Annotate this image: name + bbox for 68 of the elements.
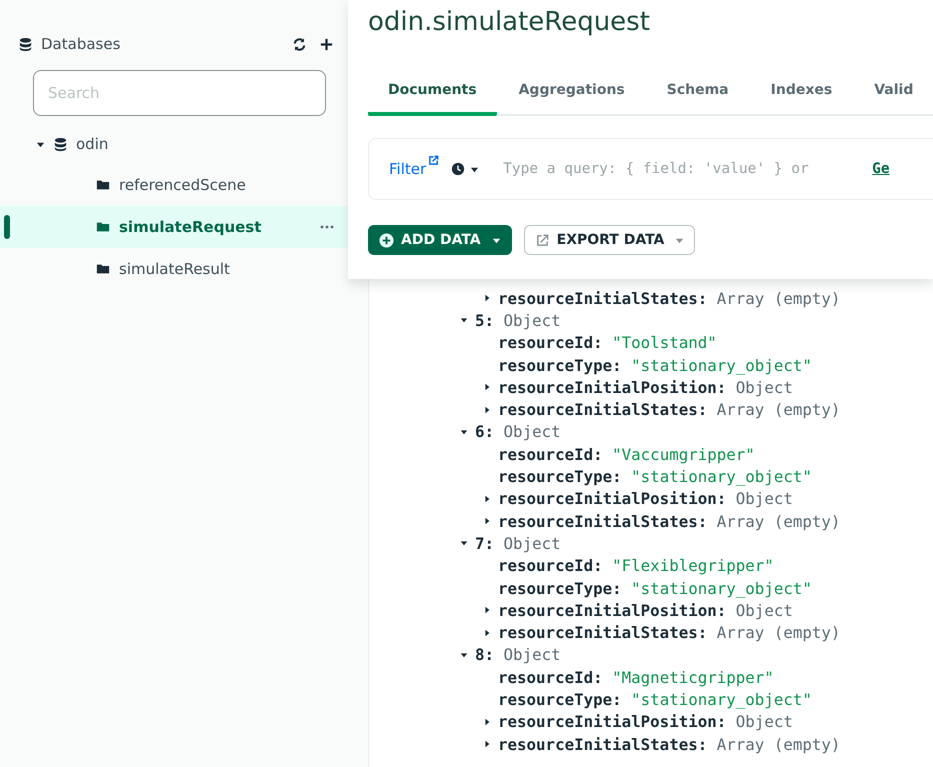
caret-icon (675, 236, 684, 244)
filter-link[interactable]: Filter (389, 160, 426, 178)
collection-item[interactable]: simulateResult (0, 248, 348, 290)
add-data-button[interactable]: ADD DATA (368, 225, 512, 255)
database-item[interactable]: odin (0, 124, 348, 164)
collapsed-arrow-icon[interactable] (483, 718, 491, 726)
folder-icon (95, 262, 111, 276)
collection-title: odin.simulateRequest (368, 6, 651, 39)
document-field: resourceInitialStates: Array (empty) (498, 288, 840, 308)
clock-icon (451, 162, 466, 176)
collapsed-arrow-icon[interactable] (483, 383, 491, 392)
export-data-button[interactable]: EXPORT DATA (524, 225, 696, 255)
collection-item[interactable]: referencedScene (0, 164, 348, 206)
collapsed-arrow-icon[interactable] (483, 740, 491, 748)
expanded-arrow-icon[interactable] (460, 650, 468, 659)
expanded-arrow-icon[interactable] (460, 316, 468, 324)
tab[interactable]: Indexes (750, 82, 852, 116)
expanded-arrow-icon[interactable] (460, 539, 468, 548)
plus-circle-icon (379, 232, 394, 248)
collection-item[interactable]: simulateRequest (0, 206, 348, 248)
document-field: resourceId: "Toolstand" (498, 333, 717, 352)
document-field: resourceInitialStates: Array (empty) (498, 512, 840, 531)
document-field: resourceType: "stationary_object" (498, 578, 812, 598)
export-icon (534, 232, 550, 248)
refresh-icon[interactable] (292, 36, 307, 52)
sidebar-title: Databases (41, 35, 122, 53)
document-field: resourceInitialStates: Array (empty) (498, 734, 840, 754)
document-field: resourceInitialPosition: Object (498, 600, 793, 620)
generate-query-link[interactable]: Ge (872, 161, 890, 177)
collapsed-arrow-icon[interactable] (483, 628, 491, 637)
tab[interactable]: Schema (646, 82, 749, 116)
selection-indicator (4, 215, 10, 239)
document-field: resourceId: "Vaccumgripper" (498, 444, 755, 464)
document-field: resourceInitialPosition: Object (498, 712, 793, 732)
document-field: 6: Object (475, 422, 561, 442)
caret-icon (492, 236, 501, 244)
caret-icon (470, 164, 480, 174)
expanded-arrow-icon[interactable] (460, 428, 468, 436)
tab[interactable]: Valid (854, 82, 933, 116)
collapsed-arrow-icon[interactable] (483, 517, 491, 526)
collapsed-arrow-icon[interactable] (483, 294, 491, 302)
document-field: 5: Object (475, 310, 561, 330)
document-field: resourceType: "stationary_object" (498, 356, 812, 375)
external-link-icon (428, 155, 440, 166)
document-field: resourceType: "stationary_object" (498, 690, 812, 709)
more-options-icon[interactable] (320, 224, 334, 230)
database-icon (18, 36, 33, 52)
collapsed-arrow-icon[interactable] (483, 494, 491, 503)
query-history-button[interactable] (451, 162, 480, 176)
document-field: resourceId: "Flexiblegripper" (498, 556, 774, 576)
tab[interactable]: Documents (368, 82, 497, 116)
collapsed-arrow-icon[interactable] (483, 606, 491, 614)
document-field: resourceInitialPosition: Object (498, 489, 793, 508)
document-field: 7: Object (475, 534, 561, 553)
document-field: resourceId: "Magneticgripper" (498, 668, 774, 687)
folder-icon (95, 178, 111, 192)
folder-icon (95, 220, 111, 234)
tab[interactable]: Aggregations (498, 82, 645, 116)
document-field: resourceInitialPosition: Object (498, 378, 793, 397)
add-icon[interactable] (319, 36, 334, 52)
search-field[interactable]: Search (33, 70, 326, 116)
database-icon (53, 136, 68, 152)
document-field: 8: Object (475, 645, 561, 664)
document-field: resourceInitialStates: Array (empty) (498, 623, 840, 642)
document-field: resourceType: "stationary_object" (498, 467, 812, 486)
query-field[interactable]: Type a query: { field: 'value' } or (503, 161, 864, 177)
collapsed-arrow-icon[interactable] (483, 406, 491, 414)
document-field: resourceInitialStates: Array (empty) (498, 400, 840, 420)
